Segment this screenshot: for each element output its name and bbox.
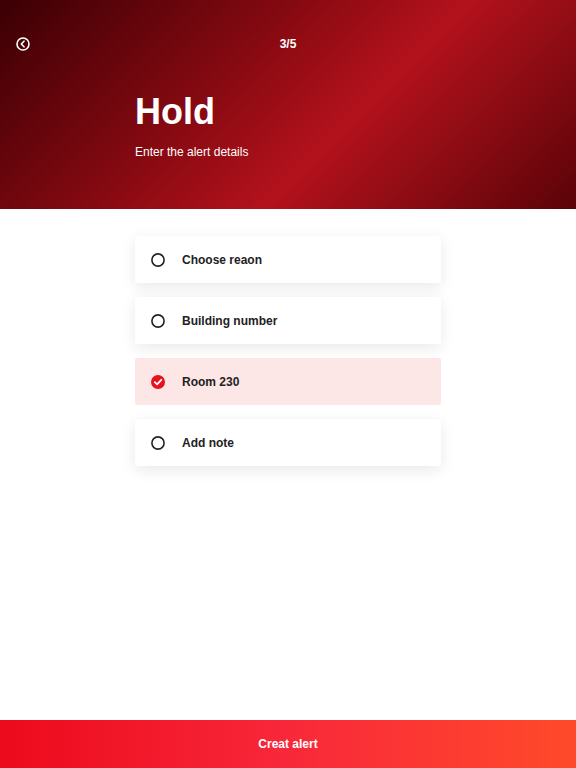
back-icon[interactable] [16, 37, 30, 51]
checked-radio-icon[interactable] [151, 375, 165, 389]
step-counter: 3/5 [280, 36, 297, 52]
option-label: Building number [182, 313, 277, 329]
alert-title: Hold [135, 92, 576, 132]
option-card[interactable]: Room 230 [135, 358, 441, 405]
option-card[interactable]: Building number [135, 297, 441, 344]
option-label: Add note [182, 435, 234, 451]
option-label: Choose reaon [182, 252, 262, 268]
header: 3/5 Hold Enter the alert details [0, 0, 576, 209]
subtitle: Enter the alert details [135, 144, 576, 160]
radio-icon[interactable] [151, 253, 165, 267]
option-label: Room 230 [182, 374, 239, 390]
options-list: Choose reaon Building number Room 230 Add n… [135, 209, 441, 466]
option-card[interactable]: Add note [135, 419, 441, 466]
option-card[interactable]: Choose reaon [135, 236, 441, 283]
radio-icon[interactable] [151, 436, 165, 450]
radio-icon[interactable] [151, 314, 165, 328]
create-alert-button[interactable]: Creat alert [0, 720, 576, 768]
